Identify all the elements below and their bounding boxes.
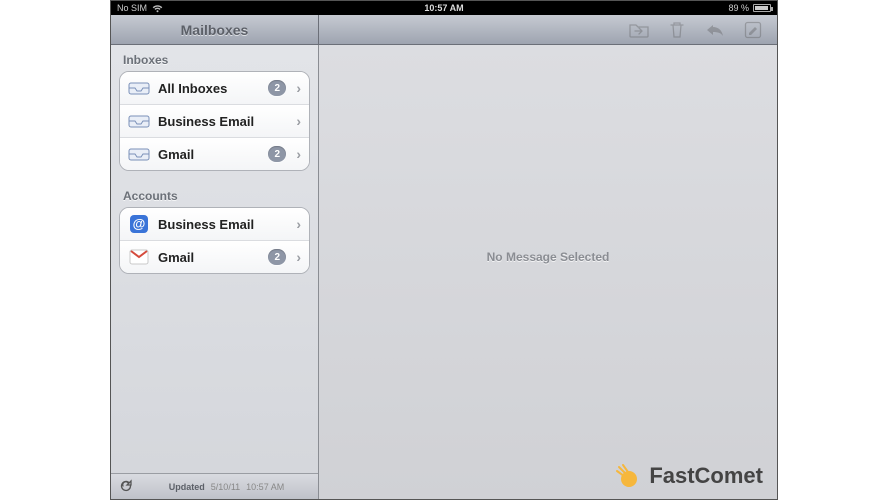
inbox-row-label: All Inboxes: [158, 81, 260, 96]
inbox-tray-icon: [128, 79, 150, 97]
chevron-right-icon: ›: [296, 146, 301, 162]
empty-state-text: No Message Selected: [487, 250, 610, 264]
account-row-label: Business Email: [158, 217, 286, 232]
inbox-row-all[interactable]: All Inboxes 2 ›: [120, 72, 309, 105]
section-label-accounts: Accounts: [111, 181, 318, 207]
gmail-icon: [128, 248, 150, 266]
unread-badge: 2: [268, 249, 286, 265]
at-sign-icon: @: [128, 215, 150, 233]
inboxes-group: All Inboxes 2 › Business Email › Gmail: [119, 71, 310, 171]
move-to-folder-button[interactable]: [629, 21, 649, 39]
section-label-inboxes: Inboxes: [111, 45, 318, 71]
svg-text:@: @: [133, 216, 146, 231]
watermark-text: FastComet: [649, 463, 763, 489]
compose-button[interactable]: [743, 21, 763, 39]
main-toolbar: [319, 15, 777, 44]
account-row-label: Gmail: [158, 250, 260, 265]
chevron-right-icon: ›: [296, 113, 301, 129]
inbox-row-gmail[interactable]: Gmail 2 ›: [120, 138, 309, 170]
watermark: FastComet: [615, 463, 763, 489]
reply-button[interactable]: [705, 21, 725, 39]
inbox-row-label: Business Email: [158, 114, 286, 129]
accounts-group: @ Business Email › Gmail 2 ›: [119, 207, 310, 274]
message-pane: No Message Selected FastComet: [319, 45, 777, 499]
updated-time: 10:57 AM: [246, 482, 284, 492]
account-row-gmail[interactable]: Gmail 2 ›: [120, 241, 309, 273]
sidebar: Inboxes All Inboxes 2 › Business Email ›: [111, 45, 319, 499]
updated-date: 5/10/11: [211, 482, 240, 492]
inbox-tray-icon: [128, 112, 150, 130]
chevron-right-icon: ›: [296, 249, 301, 265]
battery-icon: [753, 4, 771, 12]
unread-badge: 2: [268, 80, 286, 96]
status-bar: No SIM 10:57 AM 89 %: [111, 1, 777, 15]
unread-badge: 2: [268, 146, 286, 162]
comet-icon: [615, 463, 641, 489]
delete-button[interactable]: [667, 21, 687, 39]
updated-label: Updated: [169, 482, 205, 492]
refresh-button[interactable]: [119, 479, 133, 495]
inbox-tray-icon: [128, 145, 150, 163]
sidebar-title: Mailboxes: [111, 15, 319, 44]
clock-text: 10:57 AM: [111, 3, 777, 13]
inbox-row-label: Gmail: [158, 147, 260, 162]
sidebar-footer: Updated 5/10/11 10:57 AM: [111, 473, 318, 499]
toolbar: Mailboxes: [111, 15, 777, 45]
ipad-mail-app: No SIM 10:57 AM 89 % Mailboxes: [110, 0, 778, 500]
chevron-right-icon: ›: [296, 80, 301, 96]
account-row-business[interactable]: @ Business Email ›: [120, 208, 309, 241]
inbox-row-business[interactable]: Business Email ›: [120, 105, 309, 138]
chevron-right-icon: ›: [296, 216, 301, 232]
